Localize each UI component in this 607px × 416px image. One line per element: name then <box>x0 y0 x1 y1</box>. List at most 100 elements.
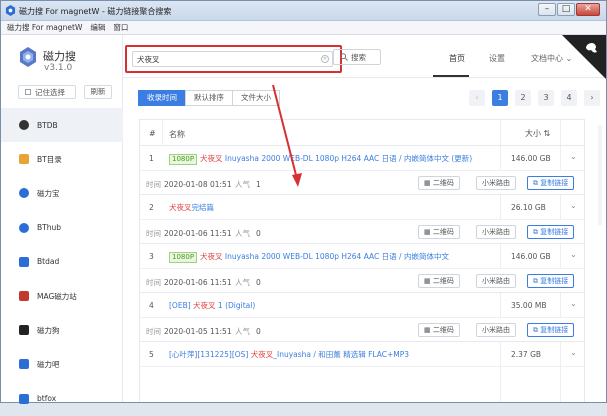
page-button[interactable]: 4 <box>561 90 577 106</box>
quality-tag: 1080P <box>169 252 198 263</box>
qr-code-button[interactable]: ▦ 二维码 <box>418 176 460 190</box>
copy-link-button[interactable]: ⧉ 复制链接 <box>527 274 575 288</box>
sort-by-time-button[interactable]: 收录时间 <box>138 90 186 106</box>
page-button[interactable]: 2 <box>515 90 531 106</box>
qr-code-label: 二维码 <box>432 179 454 187</box>
table-body: 1 1080P 犬夜叉 Inuyasha 2000 WEB-DL 1080p H26… <box>140 146 584 367</box>
expand-chevron-icon[interactable]: ⌄ <box>570 250 577 259</box>
window-controls: – □ ✕ <box>538 3 600 16</box>
mi-router-button[interactable]: 小米路由 <box>476 274 516 288</box>
table-row: 5 [心叶萍][131225][OS] 犬夜叉_Inuyasha / 和田薰 精选… <box>140 342 584 367</box>
sort-default-button[interactable]: 默认排序 <box>185 90 233 106</box>
menu-edit[interactable]: 编辑 <box>90 22 105 33</box>
sidebar-item-label: MAG磁力站 <box>37 291 77 301</box>
maximize-button[interactable]: □ <box>557 3 575 16</box>
expand-chevron-icon[interactable]: ⌄ <box>570 152 577 161</box>
meta-time-label: 时间 <box>146 180 161 189</box>
clear-input-icon[interactable]: ✕ <box>321 55 329 63</box>
result-title-link[interactable]: 1080P 犬夜叉 Inuyasha 2000 WEB-DL 1080p H264… <box>169 153 472 165</box>
search-box: ✕ <box>132 51 333 67</box>
close-button[interactable]: ✕ <box>576 3 600 16</box>
meta-time: 时间 2020-01-05 11:51 <box>146 326 232 337</box>
search-input[interactable] <box>133 52 313 66</box>
bt-catalog-icon <box>19 154 29 165</box>
title-prefix: [OEB] <box>169 301 194 310</box>
expand-chevron-icon[interactable]: ⌄ <box>570 201 577 210</box>
table-header: # 名称 大小 ⇅ <box>140 120 584 146</box>
copy-icon: ⧉ <box>533 228 538 236</box>
github-corner-icon[interactable] <box>562 35 606 79</box>
sort-by-size-button[interactable]: 文件大小 <box>232 90 280 106</box>
qr-icon: ▦ <box>424 326 431 334</box>
result-size: 26.10 GB <box>511 203 546 212</box>
meta-time-value: 2020-01-05 11:51 <box>164 327 232 336</box>
col-size-label: 大小 <box>525 129 541 138</box>
remember-choice-label: 记住选择 <box>35 87 65 97</box>
sidebar-item-engine[interactable]: BT目录 <box>1 142 123 176</box>
tab-settings[interactable]: 设置 <box>489 53 519 64</box>
page-button[interactable]: 1 <box>492 90 508 106</box>
checkbox-box <box>25 89 31 95</box>
sidebar-item-engine[interactable]: btfox <box>1 382 123 416</box>
qr-code-button[interactable]: ▦ 二维码 <box>418 225 460 239</box>
sidebar-item-label: 磁力吧 <box>37 359 60 369</box>
qr-code-button[interactable]: ▦ 二维码 <box>418 323 460 337</box>
sidebar-item-engine[interactable]: BThub <box>1 211 123 245</box>
minimize-button[interactable]: – <box>538 3 556 16</box>
sidebar-item-engine[interactable]: 磁力吧 <box>1 347 123 381</box>
title-rest: 完结篇 <box>191 203 215 212</box>
bthub-icon <box>19 222 29 233</box>
copy-link-label: 复制链接 <box>540 228 569 236</box>
result-title-link[interactable]: [OEB] 犬夜叉 1 (Digital) <box>169 300 255 311</box>
expand-chevron-icon[interactable]: ⌄ <box>570 299 577 308</box>
sidebar-item-label: BTDB <box>37 120 58 130</box>
sidebar-item-engine[interactable]: MAG磁力站 <box>1 279 123 313</box>
result-title-link[interactable]: [心叶萍][131225][OS] 犬夜叉_Inuyasha / 和田薰 精选辑… <box>169 349 409 360</box>
title-keyword: 犬夜叉 <box>200 252 223 261</box>
brand-version: v3.1.0 <box>44 63 73 73</box>
result-title-link[interactable]: 犬夜叉完结篇 <box>169 202 214 213</box>
meta-time-label: 时间 <box>146 327 161 336</box>
result-title-link[interactable]: 1080P 犬夜叉 Inuyasha 2000 WEB-DL 1080p H264… <box>169 251 449 263</box>
mi-router-button[interactable]: 小米路由 <box>476 176 516 190</box>
app-icon <box>5 5 16 16</box>
results-table: # 名称 大小 ⇅ 1 1080P 犬夜叉 Inuyasha 2000 WEB-DL… <box>139 119 585 402</box>
copy-link-button[interactable]: ⧉ 复制链接 <box>527 176 575 190</box>
sidebar-item-engine[interactable]: 磁力宝 <box>1 176 123 210</box>
qr-icon: ▦ <box>424 179 431 187</box>
scrollbar[interactable] <box>596 125 604 225</box>
remember-choice-checkbox[interactable]: 记住选择 <box>18 85 76 99</box>
tab-home[interactable]: 首页 <box>449 53 479 64</box>
title-rest: Inuyasha 2000 WEB-DL 1080p H264 AAC 日语 /… <box>222 154 473 163</box>
meta-hot: 人气 0 <box>235 326 261 337</box>
paw-icon <box>19 325 29 336</box>
sidebar-item-engine[interactable]: Btdad <box>1 245 123 279</box>
search-button[interactable]: 搜索 <box>333 49 381 65</box>
prev-page-button[interactable]: ‹ <box>469 90 485 106</box>
result-size: 35.00 MB <box>511 301 547 310</box>
result-size: 146.00 GB <box>511 252 551 261</box>
copy-link-button[interactable]: ⧉ 复制链接 <box>527 323 575 337</box>
copy-icon: ⧉ <box>533 326 538 334</box>
sidebar-item-engine[interactable]: 磁力狗 <box>1 313 123 347</box>
next-page-button[interactable]: › <box>584 90 600 106</box>
menu-app[interactable]: 磁力搜 For magnetW <box>7 22 82 33</box>
col-index-header: # <box>149 129 156 138</box>
copy-link-button[interactable]: ⧉ 复制链接 <box>527 225 575 239</box>
mi-router-button[interactable]: 小米路由 <box>476 323 516 337</box>
sidebar-item-label: BThub <box>37 223 61 233</box>
mi-router-button[interactable]: 小米路由 <box>476 225 516 239</box>
table-row: 2 犬夜叉完结篇 26.10 GB ⌄ <box>140 195 584 220</box>
title-rest: _Inuyasha / 和田薰 精选辑 FLAC+MP3 <box>273 350 410 359</box>
expand-chevron-icon[interactable]: ⌄ <box>570 348 577 357</box>
qr-code-button[interactable]: ▦ 二维码 <box>418 274 460 288</box>
sidebar-item-engine[interactable]: BTDB <box>1 108 123 143</box>
refresh-button[interactable]: 刷新 <box>84 85 112 99</box>
page-button[interactable]: 3 <box>538 90 554 106</box>
col-size-header[interactable]: 大小 ⇅ <box>525 128 550 139</box>
meta-time: 时间 2020-01-06 11:51 <box>146 228 232 239</box>
meta-time-value: 2020-01-08 01:51 <box>164 180 232 189</box>
menu-window[interactable]: 窗口 <box>113 22 128 33</box>
result-size: 146.00 GB <box>511 154 551 163</box>
app-window: 磁力搜 For magnetW - 磁力链接聚合搜索 – □ ✕ 磁力搜 For… <box>0 0 607 404</box>
